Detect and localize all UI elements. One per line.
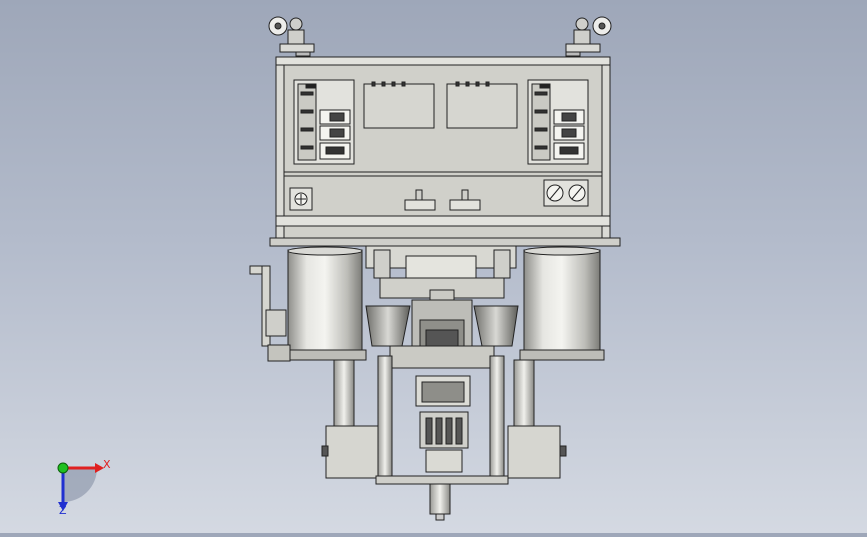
- triad-shading: [63, 468, 97, 502]
- knob-left: [289, 187, 313, 211]
- x-axis-label: X: [103, 458, 111, 471]
- z-axis-label: Z: [59, 504, 67, 517]
- side-box-left: [321, 425, 379, 479]
- control-panel-left: [293, 79, 355, 165]
- cylinder-right: [519, 246, 605, 361]
- assembly-drawing: X Z: [57, 16, 621, 521]
- coordinate-triad: X Z: [57, 458, 111, 517]
- hopper-left: [365, 305, 411, 347]
- caster-left: [268, 16, 315, 57]
- cylinder-left: [283, 246, 367, 361]
- lower-mechanism: [375, 375, 509, 521]
- side-box-right: [507, 425, 567, 479]
- side-bracket-left: [249, 265, 291, 362]
- control-panel-right: [527, 79, 589, 165]
- y-axis-dot: [57, 462, 69, 474]
- display-box-right: [446, 81, 518, 129]
- knob-pair-right: [543, 179, 589, 207]
- caster-right: [565, 16, 612, 57]
- hopper-right: [473, 305, 519, 347]
- display-box-left: [363, 81, 435, 129]
- cad-viewport[interactable]: X Z: [0, 0, 867, 533]
